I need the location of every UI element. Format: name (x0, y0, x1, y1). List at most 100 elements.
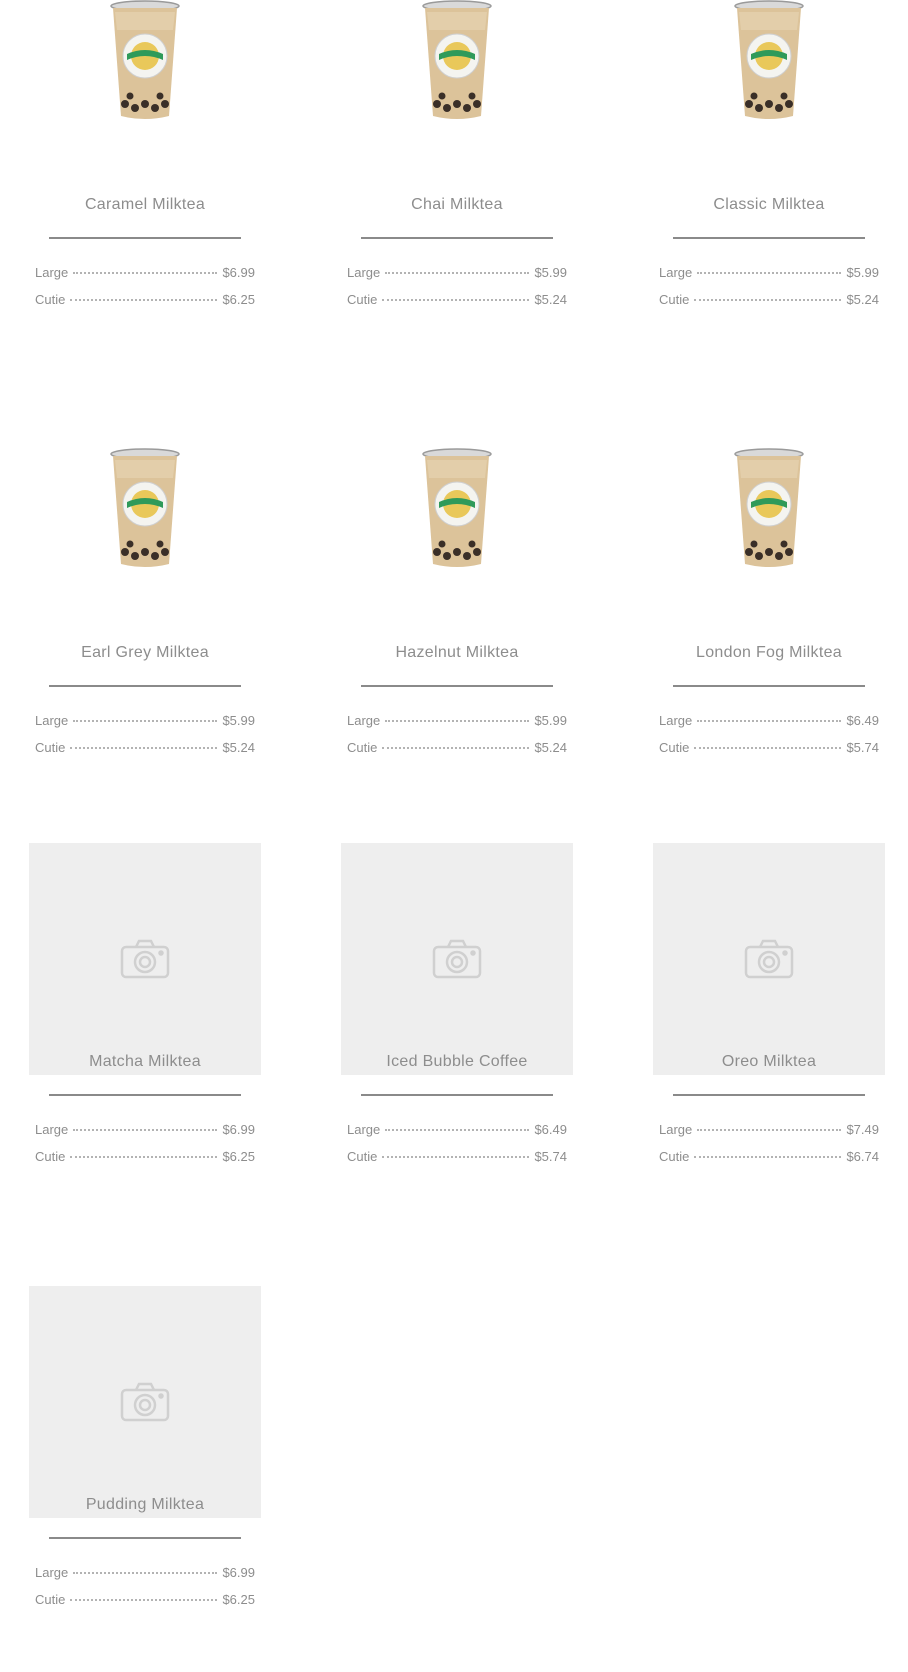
size-label: Cutie (35, 292, 66, 307)
price-list: Large $6.99 Cutie $6.25 (35, 265, 255, 319)
price-row: Large $5.99 (347, 713, 567, 740)
size-label: Cutie (659, 740, 690, 755)
image-placeholder[interactable] (29, 843, 261, 1075)
item-name: Chai Milktea (411, 196, 503, 213)
divider (361, 237, 553, 239)
price-value: $5.74 (846, 740, 879, 755)
price-row: Large $6.49 (347, 1122, 567, 1149)
price-list: Large $5.99 Cutie $5.24 (35, 713, 255, 767)
price-value: $5.99 (534, 265, 567, 280)
menu-item-card[interactable]: Oreo Milktea Large $7.49 Cutie $6.74 (653, 843, 885, 1164)
milk-tea-cup-image (734, 0, 804, 120)
dot-leader (70, 299, 218, 301)
product-image[interactable] (653, 434, 885, 666)
size-label: Cutie (347, 292, 378, 307)
price-row: Large $5.99 (347, 265, 567, 292)
divider (49, 1537, 241, 1539)
divider (49, 685, 241, 687)
dot-leader (382, 299, 530, 301)
dot-leader (73, 1129, 218, 1131)
price-list: Large $5.99 Cutie $5.24 (659, 265, 879, 319)
dot-leader (382, 1156, 530, 1158)
menu-item-card[interactable]: Pudding Milktea Large $6.99 Cutie $6.25 (29, 1286, 261, 1607)
dot-leader (694, 1156, 842, 1158)
milk-tea-cup-image (422, 448, 492, 568)
price-list: Large $5.99 Cutie $5.24 (347, 265, 567, 319)
dot-leader (697, 720, 842, 722)
item-name: Earl Grey Milktea (81, 644, 209, 661)
price-row: Large $6.99 (35, 1122, 255, 1149)
size-label: Large (659, 1122, 693, 1137)
menu-item-card[interactable]: Iced Bubble Coffee Large $6.49 Cutie $5.74 (341, 843, 573, 1164)
dot-leader (694, 299, 842, 301)
divider (673, 1094, 865, 1096)
price-value: $5.99 (846, 265, 879, 280)
price-value: $6.49 (846, 713, 879, 728)
price-list: Large $6.49 Cutie $5.74 (659, 713, 879, 767)
price-row: Cutie $5.74 (347, 1149, 567, 1176)
price-value: $6.74 (846, 1149, 879, 1164)
dot-leader (73, 720, 218, 722)
image-placeholder[interactable] (341, 843, 573, 1075)
price-value: $6.25 (222, 1592, 255, 1607)
dot-leader (694, 747, 842, 749)
price-value: $5.24 (534, 740, 567, 755)
size-label: Cutie (35, 1149, 66, 1164)
product-image[interactable] (653, 0, 885, 218)
size-label: Cutie (347, 1149, 378, 1164)
menu-item-card[interactable]: Matcha Milktea Large $6.99 Cutie $6.25 (29, 843, 261, 1164)
price-row: Cutie $5.24 (35, 740, 255, 767)
dot-leader (73, 1572, 218, 1574)
menu-item-card[interactable]: Caramel Milktea Large $6.99 Cutie $6.25 (29, 0, 261, 307)
product-image[interactable] (29, 0, 261, 218)
dot-leader (73, 272, 218, 274)
price-row: Large $5.99 (659, 265, 879, 292)
price-value: $6.25 (222, 1149, 255, 1164)
price-row: Large $6.49 (659, 713, 879, 740)
menu-item-card[interactable]: Earl Grey Milktea Large $5.99 Cutie $5.24 (29, 434, 261, 755)
price-row: Cutie $6.25 (35, 1592, 255, 1619)
image-placeholder[interactable] (29, 1286, 261, 1518)
camera-icon (120, 1382, 170, 1422)
price-row: Cutie $6.25 (35, 1149, 255, 1176)
size-label: Large (347, 1122, 381, 1137)
size-label: Large (659, 713, 693, 728)
price-row: Cutie $6.25 (35, 292, 255, 319)
size-label: Cutie (659, 1149, 690, 1164)
menu-item-card[interactable]: London Fog Milktea Large $6.49 Cutie $5.74 (653, 434, 885, 755)
menu-item-card[interactable]: Classic Milktea Large $5.99 Cutie $5.24 (653, 0, 885, 307)
size-label: Cutie (35, 1592, 66, 1607)
camera-icon (744, 939, 794, 979)
price-row: Cutie $5.74 (659, 740, 879, 767)
price-row: Large $7.49 (659, 1122, 879, 1149)
item-name: Pudding Milktea (85, 1496, 205, 1513)
product-image[interactable] (29, 434, 261, 666)
dot-leader (697, 1129, 842, 1131)
size-label: Large (347, 713, 381, 728)
milk-tea-cup-image (110, 448, 180, 568)
image-placeholder[interactable] (653, 843, 885, 1075)
price-list: Large $5.99 Cutie $5.24 (347, 713, 567, 767)
dot-leader (70, 747, 218, 749)
price-value: $5.99 (534, 713, 567, 728)
size-label: Large (35, 1565, 69, 1580)
divider (673, 685, 865, 687)
price-row: Cutie $5.24 (347, 292, 567, 319)
divider (49, 237, 241, 239)
price-list: Large $7.49 Cutie $6.74 (659, 1122, 879, 1176)
menu-item-card[interactable]: Hazelnut Milktea Large $5.99 Cutie $5.24 (341, 434, 573, 755)
dot-leader (385, 720, 530, 722)
menu-item-card[interactable]: Chai Milktea Large $5.99 Cutie $5.24 (341, 0, 573, 307)
price-value: $7.49 (846, 1122, 879, 1137)
product-image[interactable] (341, 434, 573, 666)
price-value: $6.99 (222, 1565, 255, 1580)
price-value: $5.74 (534, 1149, 567, 1164)
item-name: Iced Bubble Coffee (386, 1053, 528, 1070)
price-value: $5.24 (534, 292, 567, 307)
price-row: Cutie $6.74 (659, 1149, 879, 1176)
price-value: $5.24 (846, 292, 879, 307)
price-value: $6.99 (222, 1122, 255, 1137)
item-name: Oreo Milktea (721, 1053, 817, 1070)
price-row: Large $6.99 (35, 265, 255, 292)
product-image[interactable] (341, 0, 573, 218)
